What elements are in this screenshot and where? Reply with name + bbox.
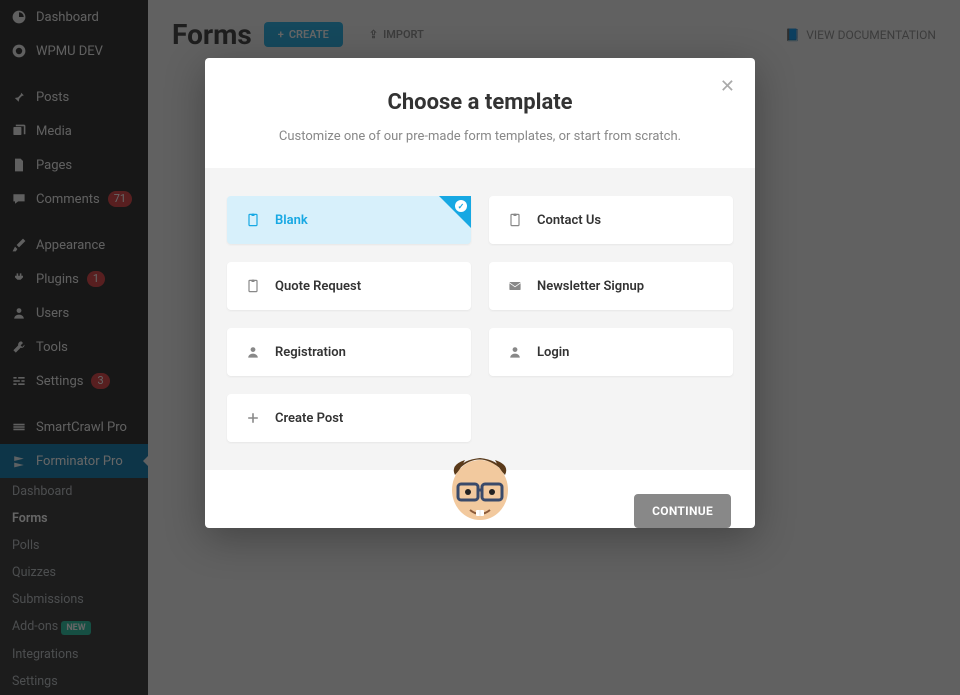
mail-icon xyxy=(507,278,523,294)
template-label: Registration xyxy=(275,345,346,360)
template-modal: ✕ Choose a template Customize one of our… xyxy=(205,58,755,528)
template-blank[interactable]: Blank ✓ xyxy=(227,196,471,244)
person-icon xyxy=(245,344,261,360)
template-label: Blank xyxy=(275,213,308,228)
template-label: Contact Us xyxy=(537,213,601,228)
close-button[interactable]: ✕ xyxy=(720,76,735,97)
template-label: Quote Request xyxy=(275,279,361,294)
check-icon: ✓ xyxy=(455,200,467,212)
close-icon: ✕ xyxy=(720,76,735,97)
modal-title: Choose a template xyxy=(235,90,725,115)
mascot-illustration xyxy=(430,440,530,528)
template-label: Create Post xyxy=(275,411,343,426)
plus-icon xyxy=(245,410,261,426)
modal-header: ✕ Choose a template Customize one of our… xyxy=(205,58,755,168)
template-login[interactable]: Login xyxy=(489,328,733,376)
template-label: Login xyxy=(537,345,569,360)
clipboard-icon xyxy=(245,212,261,228)
continue-button[interactable]: CONTINUE xyxy=(634,494,731,528)
template-quote-request[interactable]: Quote Request xyxy=(227,262,471,310)
template-grid: Blank ✓ Contact Us Quote Request Newslet… xyxy=(205,168,755,470)
template-registration[interactable]: Registration xyxy=(227,328,471,376)
template-label: Newsletter Signup xyxy=(537,279,644,294)
template-newsletter[interactable]: Newsletter Signup xyxy=(489,262,733,310)
clipboard-icon xyxy=(507,212,523,228)
template-create-post[interactable]: Create Post xyxy=(227,394,471,442)
template-contact-us[interactable]: Contact Us xyxy=(489,196,733,244)
modal-subtitle: Customize one of our pre-made form templ… xyxy=(235,129,725,144)
clipboard-icon xyxy=(245,278,261,294)
selected-corner xyxy=(439,196,471,228)
person-icon xyxy=(507,344,523,360)
